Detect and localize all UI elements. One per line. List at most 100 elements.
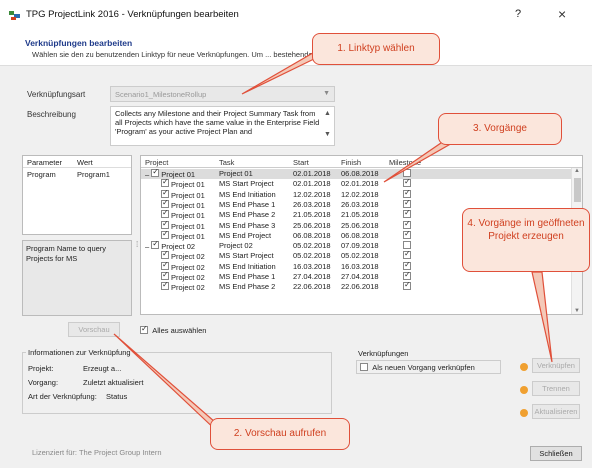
links-group-title: Verknüpfungen (358, 349, 409, 358)
milestone-checkbox (403, 249, 411, 260)
cell-project[interactable]: – Project 02 (145, 239, 195, 251)
table-row[interactable]: Project 02 MS End Phase 2 22.06.2018 22.06.… (141, 280, 571, 292)
parameter-grid-header: Parameter Wert (23, 156, 131, 168)
row-checkbox[interactable] (161, 208, 169, 219)
window-title: TPG ProjectLink 2016 - Verknüpfungen bea… (26, 9, 239, 20)
description-scroll[interactable]: ▲ ▼ (324, 109, 332, 139)
chevron-up-icon[interactable]: ▲ (324, 109, 332, 118)
table-row[interactable]: Project 01 MS Start Project 02.01.2018 02.0… (141, 177, 571, 189)
row-checkbox[interactable] (161, 188, 169, 198)
milestone-checkbox (403, 280, 411, 291)
row-checkbox[interactable] (161, 249, 169, 260)
project-name: Project 02 (171, 273, 205, 282)
row-checkbox[interactable] (151, 167, 160, 177)
warning-icon (520, 409, 528, 417)
info-label: Art der Verknüpfung: (28, 392, 97, 401)
param-name: Program (27, 170, 56, 179)
col-finish[interactable]: Finish (341, 158, 361, 167)
milestone-checkbox (403, 229, 411, 239)
info-row-project: Projekt: Erzeugt a... (28, 364, 328, 374)
cell-project[interactable]: Project 01 (161, 229, 205, 241)
cell-finish: 07.09.2018 (341, 241, 379, 251)
info-label: Projekt: (28, 364, 54, 373)
cell-finish: 12.02.2018 (341, 189, 379, 199)
task-grid-header: Project Task Start Finish Milestone (141, 156, 582, 168)
cell-start: 22.06.2018 (293, 282, 331, 292)
grid-group-row[interactable]: – Project 01 Project 01 02.01.2018 06.08.20… (141, 167, 571, 180)
table-row[interactable]: Project 01 MS End Initiation 12.02.2018 12.… (141, 188, 571, 200)
cell-finish: 21.05.2018 (341, 210, 379, 220)
refresh-button[interactable]: Aktualisieren (532, 404, 580, 419)
parameter-row[interactable]: Program Program1 (23, 168, 131, 180)
select-all-checkbox[interactable] (140, 324, 148, 334)
row-checkbox[interactable] (161, 229, 169, 239)
cell-task: Project 02 (219, 241, 253, 251)
row-checkbox[interactable] (161, 177, 169, 188)
row-checkbox[interactable] (151, 239, 160, 250)
description-label: Beschreibung (27, 110, 76, 119)
param-value[interactable]: Program1 (77, 170, 110, 179)
help-button[interactable]: ? (515, 8, 521, 20)
parameter-info: Program Name to query Projects for MS (22, 240, 132, 316)
cell-task: MS End Initiation (219, 189, 276, 199)
cell-task: MS End Project (219, 230, 272, 240)
link-type-value: Scenario1_MilestoneRollup (115, 90, 207, 99)
callout-3: 3. Vorgänge (438, 113, 562, 145)
scroll-up-icon[interactable]: ▲ (574, 168, 580, 174)
info-value: Status (106, 392, 128, 401)
cell-start: 27.04.2018 (293, 272, 331, 281)
select-all-label: Alles auswählen (152, 326, 207, 335)
description-box: Collects any Milestone and their Project… (110, 106, 335, 146)
row-checkbox[interactable] (161, 280, 169, 291)
row-checkbox[interactable] (161, 219, 169, 229)
new-task-checkbox[interactable] (360, 363, 368, 371)
cell-task: MS Start Project (219, 251, 274, 261)
select-all[interactable]: Alles auswählen (140, 324, 207, 335)
chevron-down-icon[interactable]: ▼ (324, 130, 332, 139)
cell-finish: 25.06.2018 (341, 220, 379, 230)
preview-button[interactable]: Vorschau (68, 322, 120, 337)
cell-finish: 22.06.2018 (341, 282, 379, 292)
parameter-grid: Parameter Wert Program Program1 (22, 155, 132, 235)
milestone-checkbox (403, 260, 411, 270)
row-checkbox[interactable] (161, 198, 169, 208)
callout-1: 1. Linktyp wählen (312, 33, 440, 65)
col-project[interactable]: Project (145, 158, 168, 167)
table-row[interactable]: Project 02 MS End Phase 1 27.04.2018 27.04.… (141, 270, 571, 282)
col-task[interactable]: Task (219, 158, 234, 167)
unlink-button[interactable]: Trennen (532, 381, 580, 396)
page-title: Verknüpfungen bearbeiten (25, 38, 133, 48)
col-start[interactable]: Start (293, 158, 309, 167)
cell-task: Project 01 (219, 169, 253, 178)
new-task-option[interactable]: Als neuen Vorgang verknüpfen (360, 362, 475, 372)
cell-start: 02.01.2018 (293, 179, 331, 189)
scroll-down-icon[interactable]: ▼ (574, 308, 580, 314)
cell-task: MS Start Project (219, 179, 274, 189)
row-checkbox[interactable] (161, 270, 169, 280)
callout-4: 4. Vorgänge im geöffneten Projekt erzeug… (462, 208, 590, 272)
cell-start: 05.02.2018 (293, 241, 331, 251)
cell-finish: 26.03.2018 (341, 199, 379, 209)
title-bar: TPG ProjectLink 2016 - Verknüpfungen bea… (0, 0, 592, 30)
link-type-select[interactable]: Scenario1_MilestoneRollup ▼ (110, 86, 335, 102)
col-milestone[interactable]: Milestone (389, 158, 421, 167)
cell-project[interactable]: Project 02 (161, 280, 205, 292)
link-info-title: Informationen zur Verknüpfung (26, 348, 133, 357)
milestone-checkbox (403, 169, 411, 177)
cell-finish: 27.04.2018 (341, 272, 379, 281)
project-name: Project 01 (171, 200, 205, 210)
link-button[interactable]: Verknüpfen (532, 358, 580, 373)
cell-project[interactable]: – Project 01 (145, 167, 195, 179)
cell-finish: 05.02.2018 (341, 251, 379, 261)
app-icon (9, 11, 20, 20)
cell-start: 16.03.2018 (293, 261, 331, 271)
cell-task: MS End Phase 3 (219, 220, 276, 230)
close-window-button[interactable]: × (558, 6, 566, 22)
scroll-thumb[interactable] (574, 178, 581, 202)
cell-start: 21.05.2018 (293, 210, 331, 220)
close-button[interactable]: Schließen (530, 446, 582, 461)
milestone-checkbox (403, 208, 411, 219)
project-name: Project 02 (171, 252, 205, 262)
row-checkbox[interactable] (161, 260, 169, 270)
project-name: Project 01 (171, 190, 205, 200)
